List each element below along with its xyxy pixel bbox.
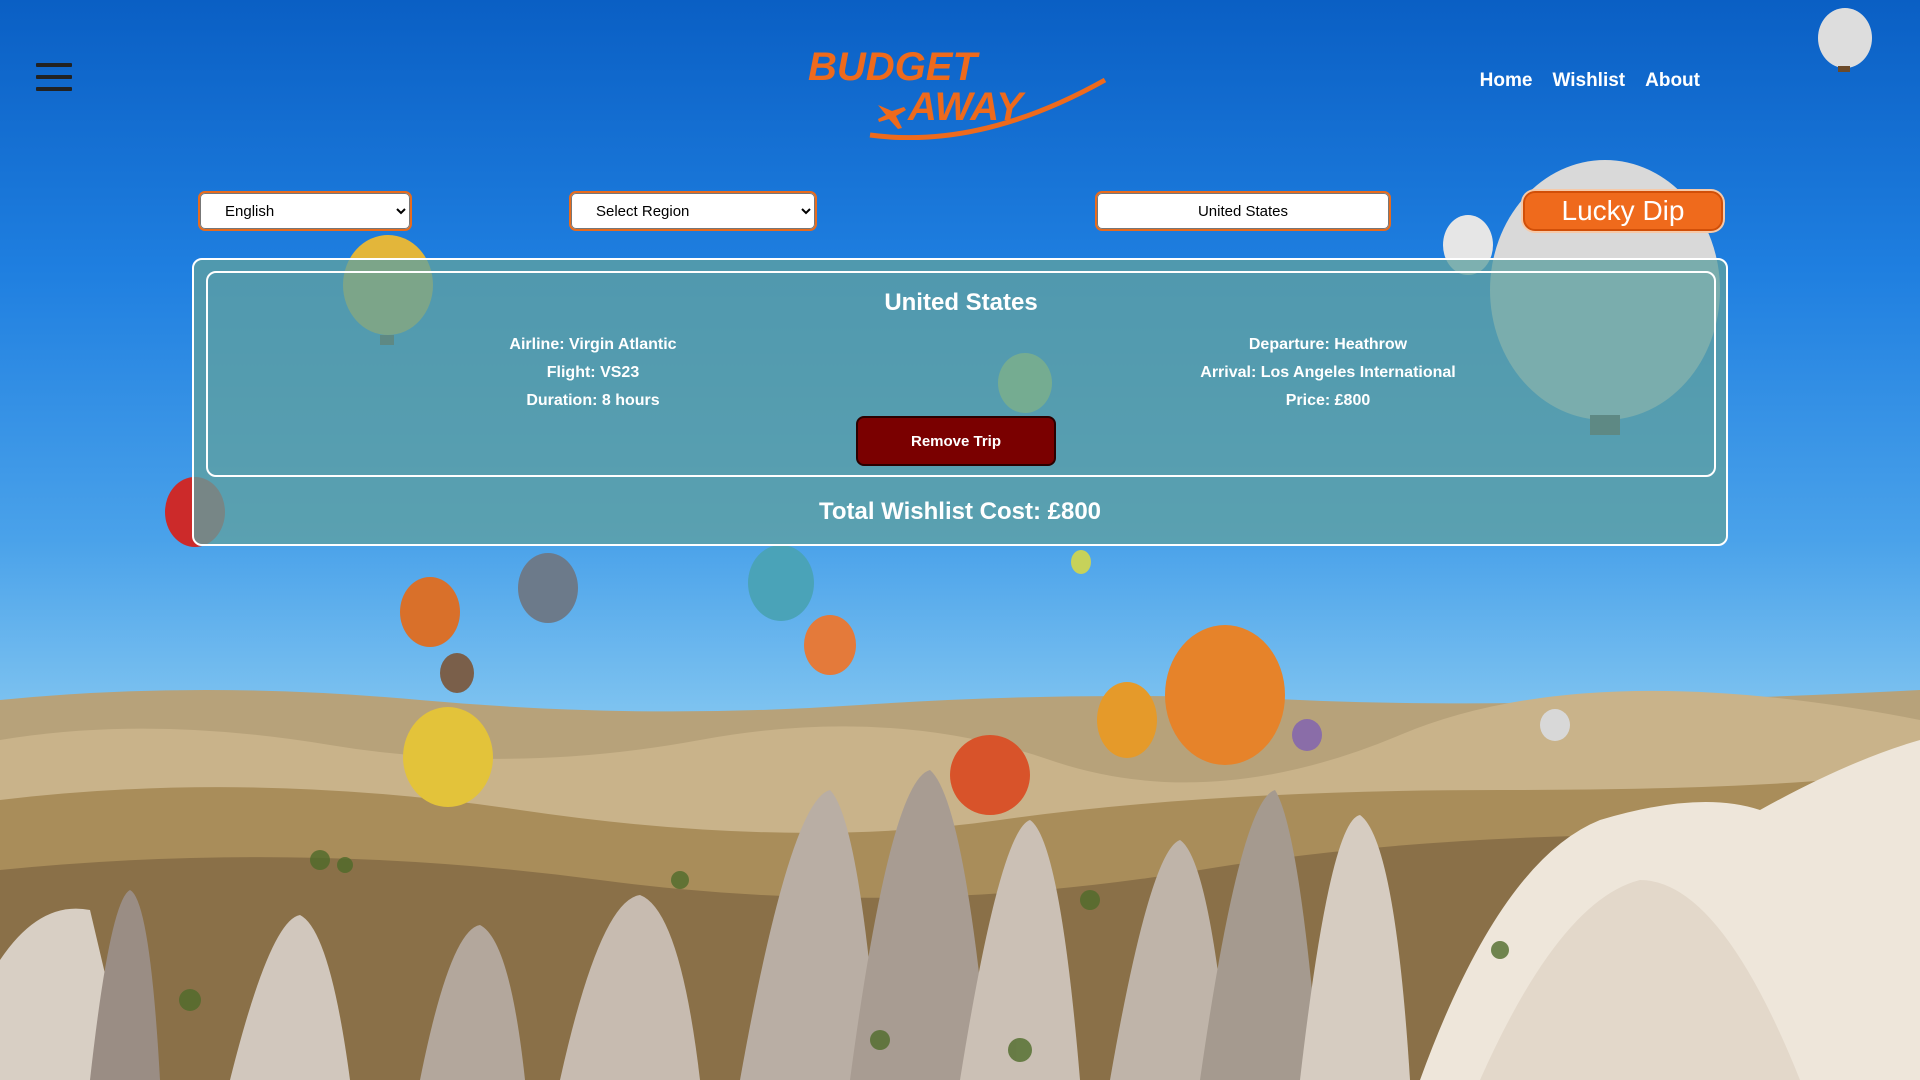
region-select-wrapper: Select Region [569,191,817,231]
region-select[interactable]: Select Region [571,193,815,229]
main-nav: Home Wishlist About [1480,70,1700,92]
trip-airline: Airline: Virgin Atlantic [509,336,677,353]
budget-away-logo: BUDGET AWAY [808,45,1107,140]
trip-duration: Duration: 8 hours [526,392,660,409]
trip-flight-details: Airline: Virgin Atlantic Flight: VS23 Du… [383,331,803,415]
trip-destination-title: United States [884,289,1038,316]
trip-card: United States Airline: Virgin Atlantic F… [206,271,1716,477]
nav-about-link[interactable]: About [1645,70,1700,92]
total-wishlist-cost: Total Wishlist Cost: £800 [818,498,1102,525]
remove-trip-button[interactable]: Remove Trip [856,416,1056,466]
trip-price: Price: £800 [1285,392,1371,409]
trip-arrival: Arrival: Los Angeles International [1200,364,1456,381]
wishlist-panel: United States Airline: Virgin Atlantic F… [192,258,1728,546]
hamburger-menu-icon[interactable] [36,63,72,91]
trip-route-details: Departure: Heathrow Arrival: Los Angeles… [1118,331,1538,415]
language-select-wrapper: English [198,191,412,231]
svg-text:BUDGET: BUDGET [808,45,980,89]
nav-wishlist-link[interactable]: Wishlist [1552,70,1625,92]
country-field-wrapper [1095,191,1391,231]
nav-home-link[interactable]: Home [1480,70,1533,92]
language-select[interactable]: English [200,193,410,229]
trip-departure: Departure: Heathrow [1248,336,1408,353]
country-input[interactable] [1097,193,1389,229]
trip-flight: Flight: VS23 [546,364,640,381]
lucky-dip-button[interactable]: Lucky Dip [1523,191,1723,231]
